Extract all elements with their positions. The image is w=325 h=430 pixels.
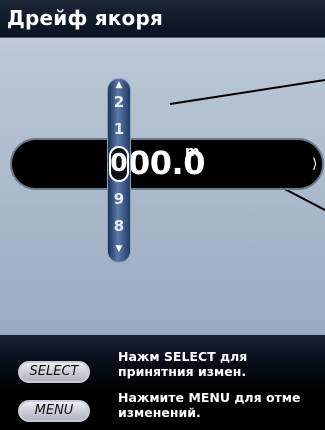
menu-hint: Нажмите MENU для отме изменений.: [118, 390, 325, 420]
callout-line-roller: [169, 79, 325, 105]
chevron-right-icon: ⟩: [312, 156, 318, 172]
triangle-down-icon[interactable]: ▼: [107, 244, 131, 254]
menu-button[interactable]: MENU: [18, 400, 90, 422]
triangle-up-icon[interactable]: ▲: [107, 80, 131, 90]
roller-selected-digit: 0: [110, 148, 128, 177]
roller-digit: 1: [113, 120, 125, 138]
menu-hint-line: изменений.: [118, 405, 201, 420]
select-hint: Нажм SELECT для принятния измен.: [118, 349, 325, 379]
roller-digit: 2: [113, 93, 125, 111]
menu-hint-line: Нажмите MENU для отме: [118, 390, 301, 405]
anchor-drag-screen: Дрейф якоря 00.0 m ⟩ ▲ 2 1 0 9 8 ▼ SELEC…: [0, 0, 325, 430]
select-hint-line: принятния измен.: [118, 364, 247, 379]
select-button[interactable]: SELECT: [18, 361, 90, 383]
roller-digit: 8: [113, 217, 125, 235]
select-hint-line: Нажм SELECT для: [118, 349, 248, 364]
distance-unit: m: [185, 144, 200, 160]
roller-digit: 9: [113, 190, 125, 208]
